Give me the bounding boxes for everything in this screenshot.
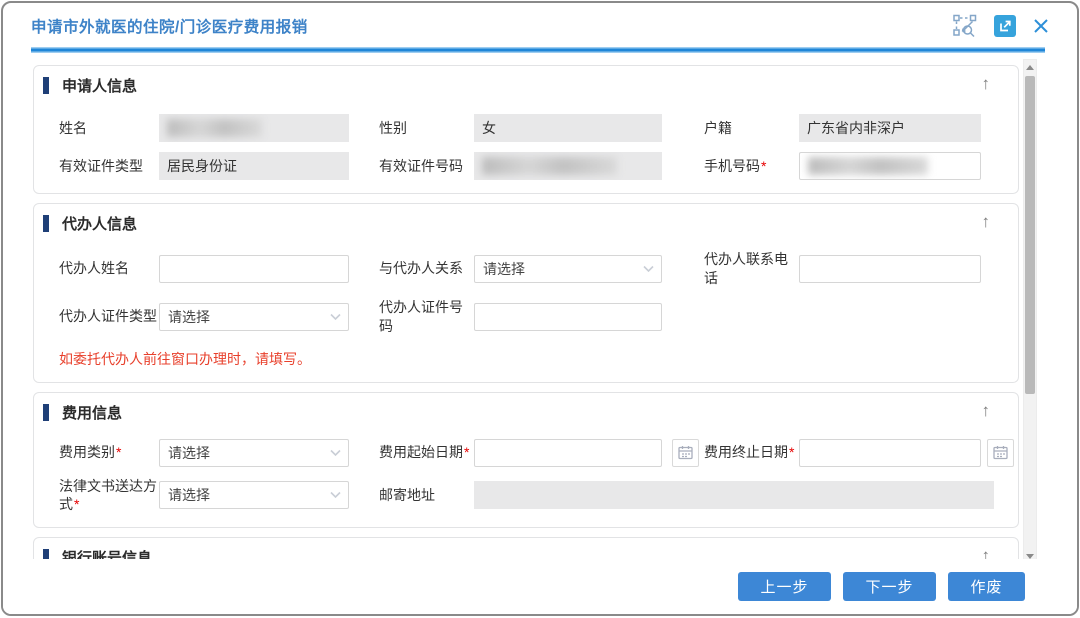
start-date-label: 费用起始日期* [379,443,474,462]
redacted-value [808,157,928,175]
scrollbar[interactable] [1023,59,1037,564]
agent-id-type-label: 代办人证件类型 [59,307,159,326]
gender-field: 女 [474,114,662,142]
delivery-select[interactable]: 请选择 [159,481,349,509]
section-expense: 费用信息 ↑ 费用类别* 请选择 费用起始日期* [33,392,1019,529]
agent-phone-label: 代办人联系电话 [704,250,799,288]
agent-id-type-select[interactable]: 请选择 [159,303,349,331]
open-new-window-icon[interactable] [994,15,1016,37]
section-marker [43,215,49,232]
section-marker [43,404,49,421]
agent-id-no-label: 代办人证件号码 [379,298,474,336]
section-marker [43,549,49,559]
phone-label: 手机号码* [704,157,799,176]
header-divider [31,47,1045,53]
expense-category-select[interactable]: 请选择 [159,439,349,467]
collapse-up-icon[interactable]: ↑ [982,75,991,92]
collapse-up-icon[interactable]: ↑ [982,402,991,419]
id-type-field: 居民身份证 [159,152,349,180]
section-title: 代办人信息 [62,213,137,234]
section-bank: 银行账号信息 ↑ 开户银行* 中国银行 银行户名 [33,537,1019,559]
agent-id-no-input[interactable] [474,303,662,331]
redacted-value [482,157,617,175]
section-marker [43,77,49,94]
hukou-label: 户籍 [704,119,799,138]
previous-step-button[interactable]: 上一步 [738,572,831,601]
dialog-header: 申请市外就医的住院/门诊医疗费用报销 [3,3,1077,49]
mail-address-field [474,481,994,509]
section-title: 申请人信息 [62,75,137,96]
dialog: 申请市外就医的住院/门诊医疗费用报销 [1,1,1079,616]
chevron-down-icon [643,265,654,272]
mail-address-label: 邮寄地址 [379,486,474,505]
calendar-icon[interactable] [672,439,699,467]
section-agent: 代办人信息 ↑ 代办人姓名 与代办人关系 请选择 代办人联系电话 [33,203,1019,383]
section-title: 费用信息 [62,402,122,423]
expense-category-label: 费用类别* [59,443,159,462]
chevron-down-icon [330,313,341,320]
agent-note: 如委托代办人前往窗口办理时，请填写。 [59,349,998,369]
name-label: 姓名 [59,119,159,138]
start-date-input[interactable] [474,439,662,467]
calendar-icon[interactable] [987,439,1014,467]
close-icon[interactable] [1033,18,1049,34]
process-guide-icon[interactable] [953,14,977,38]
delivery-label: 法律文书送达方式* [59,477,159,515]
agent-relation-label: 与代办人关系 [379,259,474,278]
id-type-label: 有效证件类型 [59,157,159,176]
form-scroll-area: 申请人信息 ↑ 姓名 性别 女 户籍 广东省内非深户 有效证件类 [3,55,1077,559]
page-title: 申请市外就医的住院/门诊医疗费用报销 [31,15,308,37]
section-applicant: 申请人信息 ↑ 姓名 性别 女 户籍 广东省内非深户 有效证件类 [33,65,1019,194]
gender-label: 性别 [379,119,474,138]
void-button[interactable]: 作废 [948,572,1025,601]
scroll-up-icon[interactable] [1024,60,1036,74]
end-date-input[interactable] [799,439,981,467]
redacted-value [167,119,262,137]
chevron-down-icon [330,449,341,456]
agent-phone-input[interactable] [799,255,981,283]
phone-input[interactable] [799,152,981,180]
agent-name-label: 代办人姓名 [59,259,159,278]
collapse-up-icon[interactable]: ↑ [982,547,991,559]
hukou-field: 广东省内非深户 [799,114,981,142]
chevron-down-icon [330,492,341,499]
agent-name-input[interactable] [159,255,349,283]
name-field [159,114,349,142]
next-step-button[interactable]: 下一步 [843,572,936,601]
scrollbar-thumb[interactable] [1025,76,1035,394]
end-date-label: 费用终止日期* [704,443,799,462]
section-title: 银行账号信息 [62,547,152,559]
id-no-label: 有效证件号码 [379,157,474,176]
collapse-up-icon[interactable]: ↑ [982,213,991,230]
id-no-field [474,152,662,180]
footer-bar: 上一步 下一步 作废 [3,559,1077,614]
agent-relation-select[interactable]: 请选择 [474,255,662,283]
